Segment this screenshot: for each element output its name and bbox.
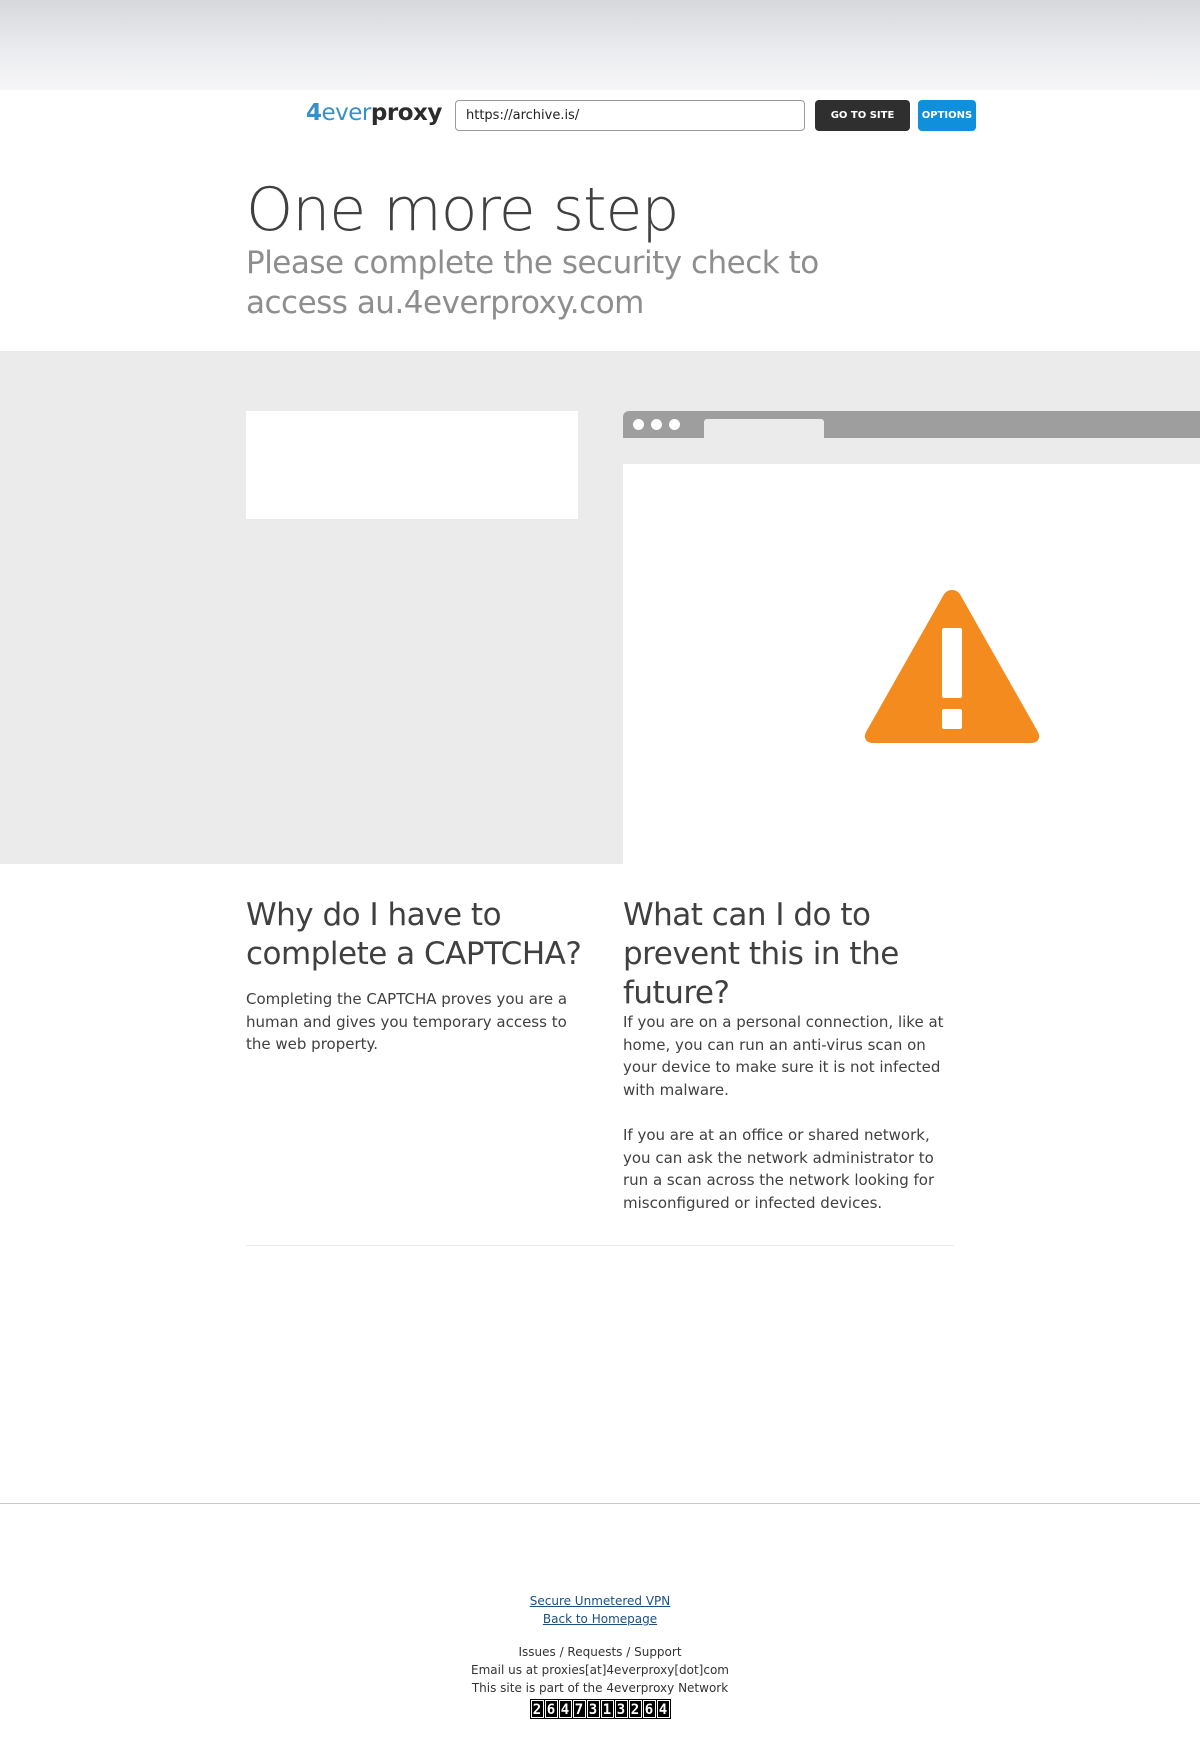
prevent-text-office: If you are at an office or shared networ… <box>623 1126 935 1212</box>
counter-digit: 7 <box>572 1700 586 1718</box>
warning-icon <box>864 590 1040 743</box>
counter-digit: 6 <box>544 1700 558 1718</box>
counter-digit: 1 <box>600 1700 614 1718</box>
counter-digit: 6 <box>642 1700 656 1718</box>
browser-tab-illustration <box>704 419 824 438</box>
why-captcha-text: Completing the CAPTCHA proves you are a … <box>246 990 568 1054</box>
captcha-widget[interactable] <box>246 411 578 519</box>
why-captcha-heading: Why do I have to complete a CAPTCHA? <box>246 897 582 972</box>
page-subtitle: Please complete the security check to ac… <box>246 245 819 321</box>
page-title: One more step <box>246 175 680 245</box>
counter-digit: 3 <box>586 1700 600 1718</box>
counter-digit: 2 <box>628 1700 642 1718</box>
url-input[interactable] <box>455 100 805 131</box>
4everproxy-logo[interactable]: 4everproxy <box>306 100 442 126</box>
email-text: Email us at proxies[at]4everproxy[dot]co… <box>471 1663 729 1677</box>
counter-digit: 4 <box>558 1700 572 1718</box>
back-to-homepage-link[interactable]: Back to Homepage <box>0 1610 1200 1628</box>
prevent-heading: What can I do to prevent this in the fut… <box>623 897 899 1011</box>
proxy-toolbar: 4everproxy GO TO SITE OPTIONS <box>0 96 1200 136</box>
counter-digit: 4 <box>656 1700 670 1718</box>
counter-digit: 2 <box>530 1700 544 1718</box>
window-dot-icon <box>633 419 644 430</box>
section-divider <box>246 1245 954 1246</box>
counter-digit: 3 <box>614 1700 628 1718</box>
footer: Secure Unmetered VPN Back to Homepage Is… <box>0 1592 1200 1719</box>
network-text: This site is part of the 4everproxy Netw… <box>471 1681 729 1695</box>
prevent-text-personal: If you are on a personal connection, lik… <box>623 1013 944 1099</box>
top-banner-background <box>0 0 1200 90</box>
options-button[interactable]: OPTIONS <box>918 100 976 131</box>
window-dot-icon <box>669 419 680 430</box>
go-to-site-button[interactable]: GO TO SITE <box>815 100 910 131</box>
footer-divider <box>0 1503 1200 1504</box>
visitor-counter: 2647313264 <box>529 1699 671 1719</box>
issues-text: Issues / Requests / Support <box>518 1645 682 1659</box>
window-dot-icon <box>651 419 662 430</box>
browser-illustration-bar <box>623 438 1200 464</box>
secure-vpn-link[interactable]: Secure Unmetered VPN <box>0 1592 1200 1610</box>
browser-illustration-chrome <box>623 411 1200 438</box>
